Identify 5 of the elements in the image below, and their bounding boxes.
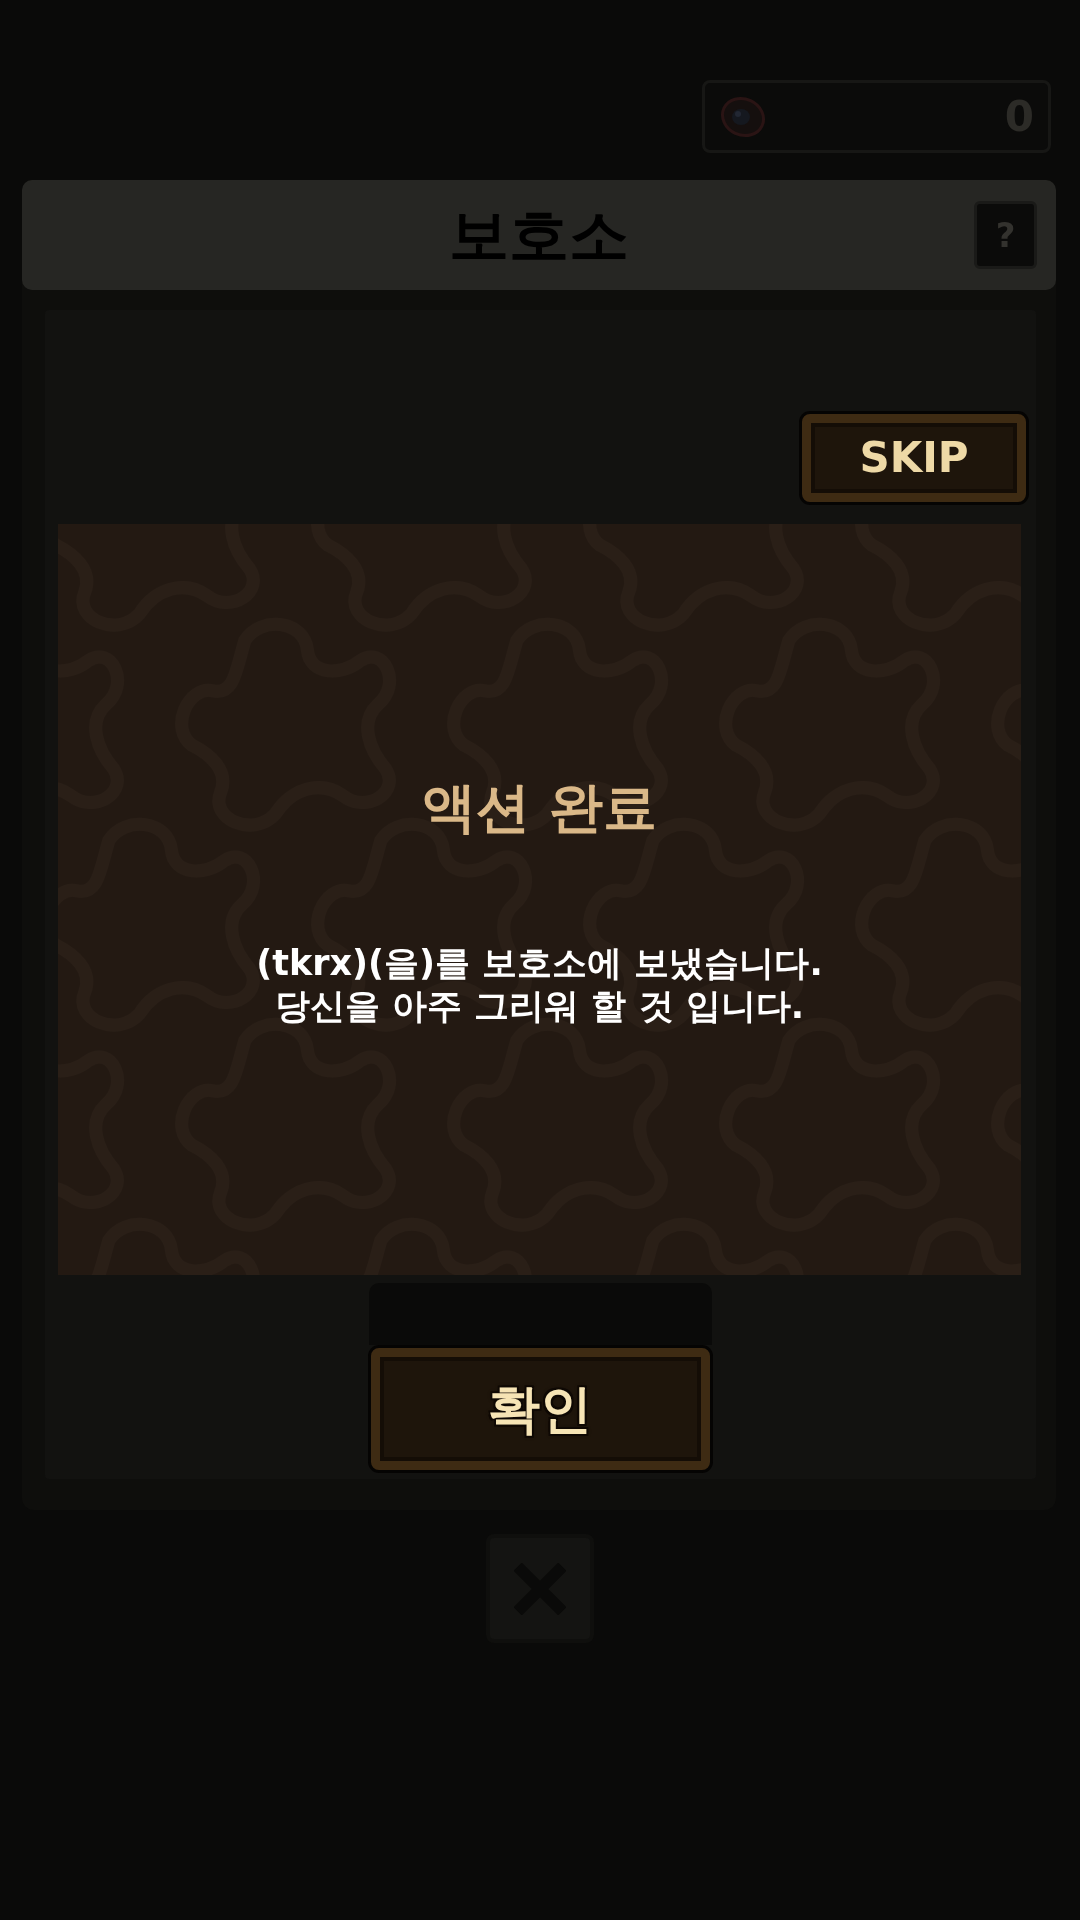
skip-button[interactable]: SKIP — [802, 414, 1026, 502]
dialog-message: (tkrx)(을)를 보호소에 보냈습니다. 당신을 아주 그리워 할 것 입니다. — [256, 942, 823, 1028]
confirm-button[interactable]: 확인 — [370, 1348, 710, 1470]
dialog-title: 액션 완료 — [422, 776, 657, 840]
coin-icon — [719, 94, 767, 139]
